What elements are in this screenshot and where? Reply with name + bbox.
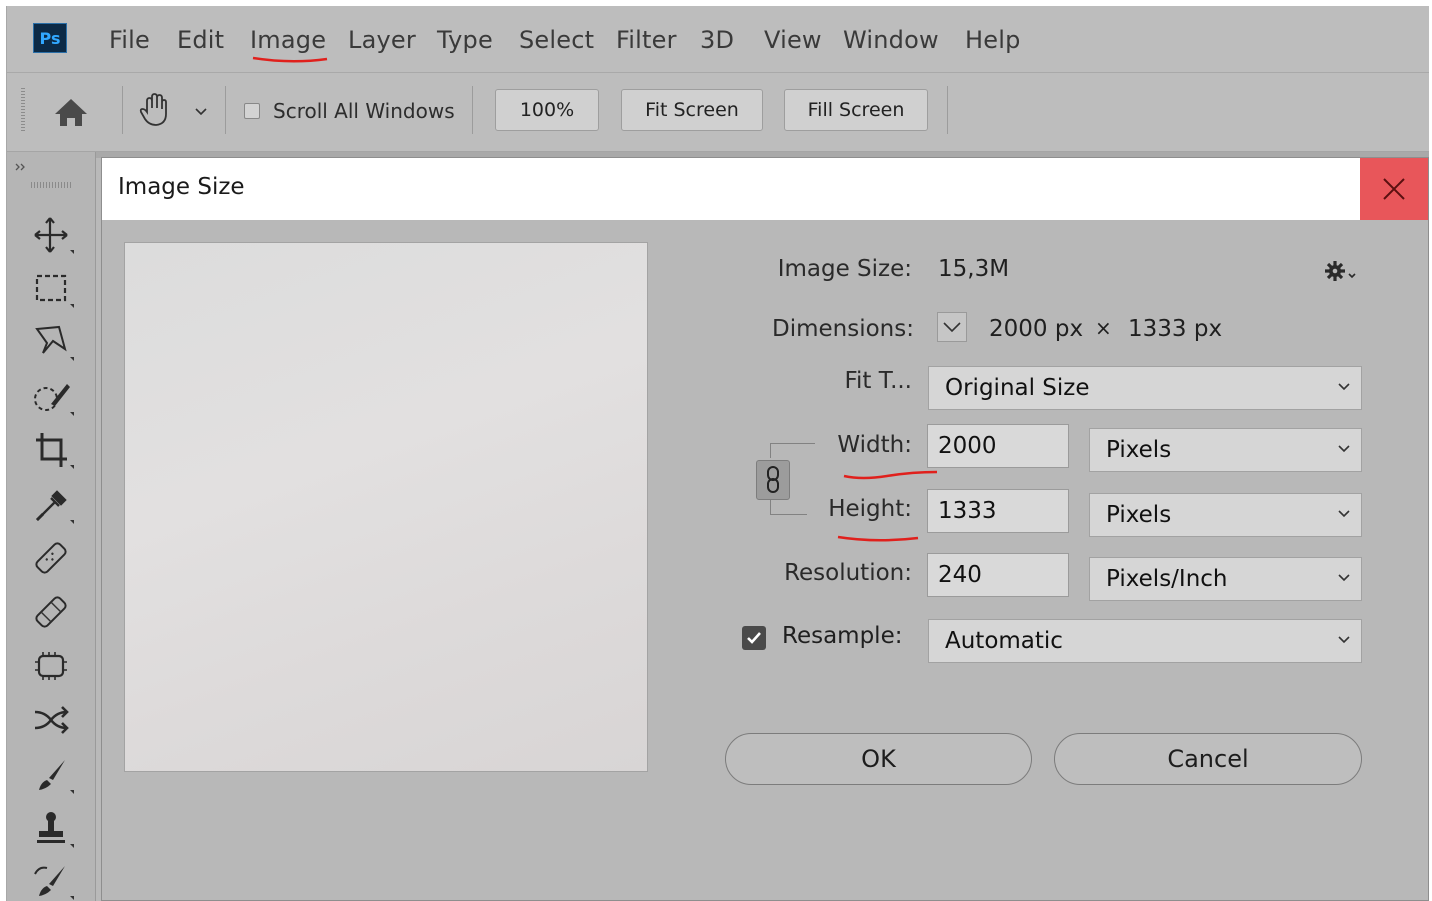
chevron-down-icon [1338, 510, 1350, 518]
quick-selection-tool-icon[interactable] [29, 374, 75, 420]
content-aware-move-icon[interactable] [29, 698, 75, 744]
height-label: Height: [828, 496, 912, 522]
dimensions-height-value: 1333 px [1128, 316, 1223, 342]
resample-checkbox[interactable] [742, 626, 766, 650]
image-size-dialog: Image Size Image Size: 15,3M Dimensions:… [101, 157, 1429, 901]
fill-screen-button[interactable]: Fill Screen [784, 89, 928, 131]
panel-grip[interactable] [31, 182, 71, 188]
fit-to-label: Fit T... [844, 368, 912, 394]
home-icon[interactable] [51, 94, 91, 130]
constrain-bracket-top [770, 443, 815, 458]
brush-tool-icon[interactable] [29, 752, 75, 798]
cancel-button[interactable]: Cancel [1054, 733, 1362, 785]
dimensions-label: Dimensions: [772, 316, 914, 342]
options-bar-grip[interactable] [21, 88, 25, 132]
patch-tool-icon[interactable] [29, 644, 75, 690]
dimensions-width-value: 2000 px [989, 316, 1084, 342]
fit-to-value: Original Size [945, 375, 1090, 401]
eyedropper-tool-icon[interactable] [29, 482, 75, 528]
zoom-100-button[interactable]: 100% [495, 89, 599, 131]
width-unit-value: Pixels [1106, 437, 1172, 463]
dimensions-unit-dropdown[interactable] [937, 312, 967, 342]
resolution-label: Resolution: [784, 560, 912, 586]
menu-3d[interactable]: 3D [700, 26, 734, 54]
annotation-underline-width [843, 470, 938, 480]
hand-tool-icon[interactable] [135, 90, 175, 130]
menu-layer[interactable]: Layer [348, 26, 416, 54]
menu-help[interactable]: Help [965, 26, 1021, 54]
resolution-unit-value: Pixels/Inch [1106, 566, 1228, 592]
marquee-tool-icon[interactable] [29, 266, 75, 312]
dialog-title-bar[interactable]: Image Size [102, 158, 1428, 220]
ok-button[interactable]: OK [725, 733, 1032, 785]
image-size-value: 15,3M [938, 256, 1010, 282]
dimensions-times-symbol: × [1095, 316, 1112, 340]
menu-window[interactable]: Window [843, 26, 939, 54]
resample-label: Resample: [782, 623, 903, 649]
height-input[interactable]: 1333 [927, 489, 1069, 533]
clone-stamp-tool-icon[interactable] [29, 806, 75, 852]
lasso-tool-icon[interactable] [29, 319, 75, 365]
resample-method-select[interactable]: Automatic [928, 619, 1362, 663]
menu-filter[interactable]: Filter [616, 26, 677, 54]
close-button[interactable] [1360, 158, 1428, 220]
annotation-underline-image [252, 56, 328, 63]
fit-screen-button[interactable]: Fit Screen [621, 89, 763, 131]
photoshop-window: Ps File Edit Image Layer Type Select Fil… [6, 6, 1429, 901]
healing-brush-icon[interactable] [29, 590, 75, 636]
menu-select[interactable]: Select [519, 26, 594, 54]
separator [122, 86, 123, 134]
image-size-label: Image Size: [777, 256, 912, 282]
separator [947, 86, 948, 134]
annotation-underline-height [837, 535, 919, 542]
image-preview[interactable] [124, 242, 648, 772]
chevron-down-icon [1338, 574, 1350, 582]
close-icon [1383, 178, 1405, 200]
chevron-down-icon [1338, 636, 1350, 644]
resolution-unit-select[interactable]: Pixels/Inch [1089, 557, 1362, 601]
spot-healing-brush-icon[interactable] [29, 536, 75, 582]
settings-gear-icon[interactable] [1322, 256, 1362, 286]
separator [225, 86, 226, 134]
width-unit-select[interactable]: Pixels [1089, 428, 1362, 472]
checkmark-icon [747, 632, 761, 644]
menu-edit[interactable]: Edit [177, 26, 224, 54]
height-unit-value: Pixels [1106, 502, 1172, 528]
photoshop-logo-icon: Ps [33, 23, 67, 53]
menu-view[interactable]: View [764, 26, 822, 54]
menu-type[interactable]: Type [437, 26, 493, 54]
constrain-proportions-link-icon[interactable] [756, 460, 790, 500]
resample-method-value: Automatic [945, 628, 1063, 654]
separator [472, 86, 473, 134]
crop-tool-icon[interactable] [29, 427, 75, 473]
chevron-down-icon [943, 322, 961, 333]
width-input[interactable]: 2000 [927, 424, 1069, 468]
resolution-input[interactable]: 240 [927, 553, 1069, 597]
menu-file[interactable]: File [109, 26, 150, 54]
scroll-all-windows-checkbox[interactable] [244, 103, 260, 119]
hand-tool-dropdown-chevron-icon[interactable] [193, 104, 209, 118]
height-unit-select[interactable]: Pixels [1089, 493, 1362, 537]
fit-to-select[interactable]: Original Size [928, 366, 1362, 410]
menu-image[interactable]: Image [250, 26, 326, 54]
menu-bar: Ps File Edit Image Layer Type Select Fil… [7, 6, 1429, 73]
move-tool-icon[interactable] [29, 212, 75, 258]
history-brush-tool-icon[interactable] [29, 858, 75, 901]
scroll-all-windows-label: Scroll All Windows [273, 99, 455, 123]
chevron-down-icon [1338, 445, 1350, 453]
dialog-title: Image Size [118, 174, 245, 200]
panel-collapse-icon[interactable] [15, 156, 27, 171]
chevron-down-icon [1338, 383, 1350, 391]
